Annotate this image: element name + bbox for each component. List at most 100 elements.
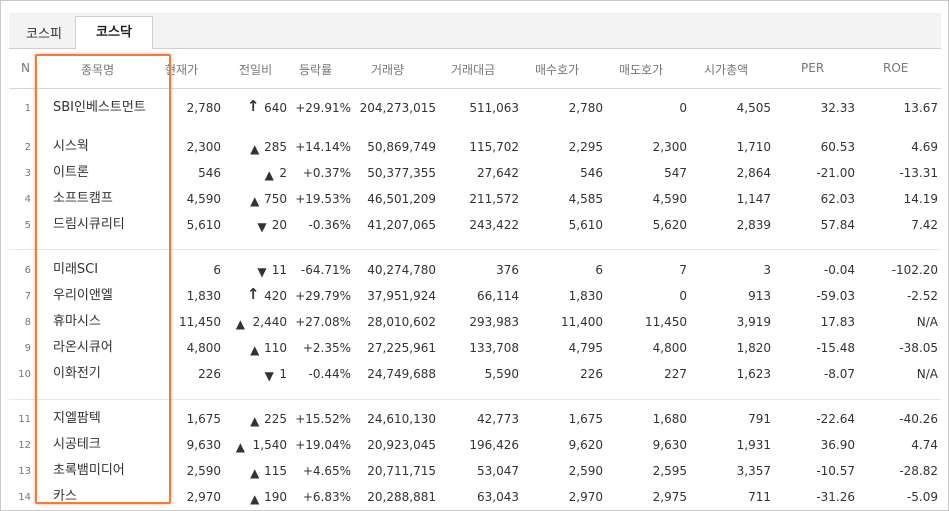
roe-value: 14.19 xyxy=(903,192,938,206)
row-number: 3 xyxy=(24,168,31,179)
trade-volume: 37,951,924 xyxy=(367,289,436,303)
group-divider xyxy=(9,399,941,400)
column-header: N xyxy=(21,61,30,75)
table-row[interactable]: 14 카스 2,970 190 +6.83% 20,288,881 63,043 2,970 2… xyxy=(9,485,941,511)
table-row[interactable]: 8 휴마시스 11,450 2,440 +27.08% 28,010,602 293,983… xyxy=(9,310,941,336)
row-number: 8 xyxy=(24,317,31,328)
stock-name-link[interactable]: 이화전기 xyxy=(53,365,165,382)
bid-price: 2,970 xyxy=(568,490,603,504)
table-row[interactable]: 11 지엘팜텍 1,675 225 +15.52% 24,610,130 42,773 1,6… xyxy=(9,407,941,433)
stock-name-link[interactable]: 시공테크 xyxy=(53,436,165,453)
table-row[interactable]: 2 시스웍 2,300 285 +14.14% 50,869,749 115,702 2,29… xyxy=(9,135,941,161)
stock-name-link[interactable]: 드림시큐리티 xyxy=(53,216,165,233)
market-cap: 711 xyxy=(748,490,771,504)
table-row[interactable]: 12 시공테크 9,630 1,540 +19.04% 20,923,045 196,426… xyxy=(9,433,941,459)
trade-amount: 243,422 xyxy=(469,218,519,232)
change-rate: +29.79% xyxy=(295,289,351,303)
up-triangle-icon: ▲ xyxy=(235,440,245,454)
table-row[interactable]: 10 이화전기 226 1 -0.44% 24,749,688 5,590 226 227 1,6… xyxy=(9,362,941,388)
roe-value: -28.82 xyxy=(899,464,938,478)
up-triangle-icon: ▲ xyxy=(235,317,245,331)
stock-name-link[interactable]: 이트론 xyxy=(53,164,165,181)
bid-price: 4,585 xyxy=(568,192,603,206)
column-header: PER xyxy=(801,61,825,75)
change-amount: 750 xyxy=(264,192,287,206)
tab-kospi[interactable]: 코스피 xyxy=(11,22,77,49)
table-row[interactable]: 7 우리이앤엘 1,830 420 +29.79% 37,951,924 66,114 1,8… xyxy=(9,284,941,310)
column-header: ROE xyxy=(883,61,909,75)
ask-price: 4,590 xyxy=(652,192,687,206)
trade-amount: 115,702 xyxy=(469,140,519,154)
stock-name-link[interactable]: 소프트캠프 xyxy=(53,190,165,207)
stock-name-link[interactable]: 지엘팜텍 xyxy=(53,410,165,427)
limit-up-arrow-icon: ↑ xyxy=(246,97,260,115)
roe-value: -5.09 xyxy=(906,490,938,504)
stock-name-link[interactable]: 우리이앤엘 xyxy=(53,287,165,304)
stock-name-link[interactable]: 초록뱀미디어 xyxy=(53,462,165,479)
change-amount: 190 xyxy=(264,490,287,504)
per-value: -8.07 xyxy=(823,367,855,381)
down-triangle-icon: ▼ xyxy=(264,369,274,383)
per-value: 17.83 xyxy=(820,315,855,329)
limit-up-arrow-icon: ↑ xyxy=(246,285,260,303)
tab-kosdaq[interactable]: 코스닥 xyxy=(75,16,153,50)
row-number: 9 xyxy=(24,343,31,354)
market-cap: 913 xyxy=(748,289,771,303)
market-cap: 1,710 xyxy=(736,140,771,154)
market-cap: 3,357 xyxy=(736,464,771,478)
column-header: 거래대금 xyxy=(451,63,496,77)
bid-price: 2,780 xyxy=(568,101,603,115)
table-row[interactable]: 6 미래SCI 6 11 -64.71% 40,274,780 376 6 7 3 -0.04 -10… xyxy=(9,258,941,284)
trade-volume: 50,869,749 xyxy=(367,140,436,154)
change-amount: 1 xyxy=(279,367,287,381)
ask-price: 1,680 xyxy=(652,412,687,426)
per-value: 62.03 xyxy=(820,192,855,206)
per-value: -10.57 xyxy=(816,464,855,478)
stock-name-link[interactable]: 미래SCI xyxy=(53,261,165,278)
trade-volume: 41,207,065 xyxy=(367,218,436,232)
column-header: 전일비 xyxy=(239,63,273,77)
row-number: 5 xyxy=(24,220,31,231)
roe-value: 7.42 xyxy=(911,218,938,232)
current-price: 11,450 xyxy=(179,315,221,329)
current-price: 6 xyxy=(213,263,221,277)
change-amount: 2,440 xyxy=(252,315,287,329)
stock-name-link[interactable]: 휴마시스 xyxy=(53,313,165,330)
row-number: 4 xyxy=(24,194,31,205)
table-row[interactable]: 13 초록뱀미디어 2,590 115 +4.65% 20,711,715 53,047 2,… xyxy=(9,459,941,485)
bid-price: 226 xyxy=(580,367,603,381)
trade-amount: 511,063 xyxy=(469,101,519,115)
per-value: -59.03 xyxy=(816,289,855,303)
trade-amount: 133,708 xyxy=(469,341,519,355)
column-header: 시가총액 xyxy=(704,63,749,77)
per-value: 60.53 xyxy=(820,140,855,154)
table-row[interactable]: 1 SBI인베스트먼트 2,780 640 +29.91% 204,273,015 511,… xyxy=(9,96,941,122)
row-number: 10 xyxy=(18,369,31,380)
stock-name-link[interactable]: SBI인베스트먼트 xyxy=(53,99,165,116)
bid-price: 11,400 xyxy=(561,315,603,329)
table-row[interactable]: 5 드림시큐리티 5,610 20 -0.36% 41,207,065 243,422 5,6… xyxy=(9,213,941,239)
ask-price: 0 xyxy=(679,289,687,303)
change-amount: 285 xyxy=(264,140,287,154)
trade-amount: 211,572 xyxy=(469,192,519,206)
stock-name-link[interactable]: 라온시큐어 xyxy=(53,339,165,356)
up-triangle-icon: ▲ xyxy=(250,492,260,506)
market-cap: 1,623 xyxy=(736,367,771,381)
change-rate: +29.91% xyxy=(295,101,351,115)
stock-name-link[interactable]: 카스 xyxy=(53,488,165,505)
table-row[interactable]: 4 소프트캠프 4,590 750 +19.53% 46,501,209 211,572 4,… xyxy=(9,187,941,213)
row-number: 11 xyxy=(18,414,31,425)
bid-price: 2,590 xyxy=(568,464,603,478)
table-row[interactable]: 3 이트론 546 2 +0.37% 50,377,355 27,642 546 547 2,86… xyxy=(9,161,941,187)
trade-amount: 376 xyxy=(496,263,519,277)
trade-amount: 27,642 xyxy=(477,166,519,180)
trade-volume: 50,377,355 xyxy=(367,166,436,180)
stock-name-link[interactable]: 시스웍 xyxy=(53,138,165,155)
table-row[interactable]: 9 라온시큐어 4,800 110 +2.35% 27,225,961 133,708 4,7… xyxy=(9,336,941,362)
roe-value: N/A xyxy=(916,315,938,329)
current-price: 2,780 xyxy=(186,101,221,115)
trade-volume: 20,711,715 xyxy=(367,464,436,478)
per-value: 36.90 xyxy=(820,438,855,452)
ask-price: 2,595 xyxy=(652,464,687,478)
per-value: -21.00 xyxy=(816,166,855,180)
